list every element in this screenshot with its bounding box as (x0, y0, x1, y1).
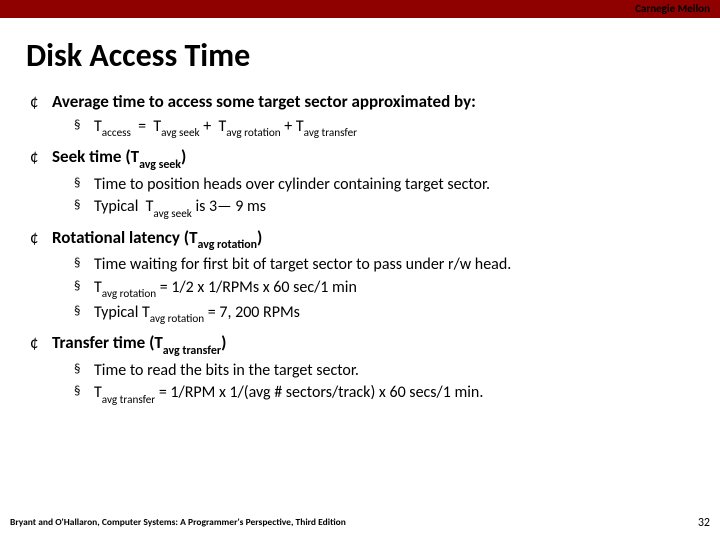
list-item-l1: ¢Transfer time (Tavg transfer) (30, 332, 694, 357)
list-item-l2: §Tavg rotation = 1/2 x 1/RPMs x 60 sec/1… (74, 277, 694, 301)
bullet-icon: § (74, 277, 94, 301)
list-item-l1-text: Transfer time (Tavg transfer) (52, 332, 694, 357)
list-item-l2: §Typical Tavg seek is 3— 9 ms (74, 196, 694, 220)
brand-label: Carnegie Mellon (635, 2, 710, 15)
list-item-l2-text: Time to read the bits in the target sect… (94, 360, 694, 382)
list-item-l1: ¢Seek time (Tavg seek) (30, 146, 694, 171)
bullet-icon: § (74, 382, 94, 406)
bullet-icon: § (74, 116, 94, 140)
list-item-l2: §Typical Tavg rotation = 7, 200 RPMs (74, 302, 694, 326)
list-item-l2: §Time to read the bits in the target sec… (74, 360, 694, 382)
bullet-icon: ¢ (30, 332, 52, 357)
bullet-icon: ¢ (30, 91, 52, 114)
bullet-icon: § (74, 174, 94, 196)
list-item-l1-text: Average time to access some target secto… (52, 91, 694, 114)
list-item-l2: §Time to position heads over cylinder co… (74, 174, 694, 196)
bullet-icon: § (74, 360, 94, 382)
footer: Bryant and O'Hallaron, Computer Systems:… (10, 516, 710, 530)
list-item-l2-text: Tavg rotation = 1/2 x 1/RPMs x 60 sec/1 … (94, 277, 694, 301)
bullet-icon: ¢ (30, 146, 52, 171)
bullet-icon: § (74, 302, 94, 326)
list-item-l2: §Taccess = Tavg seek + Tavg rotation + T… (74, 116, 694, 140)
list-item-l1: ¢Average time to access some target sect… (30, 91, 694, 114)
bullet-icon: § (74, 196, 94, 220)
list-item-l2-text: Time to position heads over cylinder con… (94, 174, 694, 196)
list-item-l1: ¢Rotational latency (Tavg rotation) (30, 227, 694, 252)
list-item-l2: §Time waiting for first bit of target se… (74, 254, 694, 276)
list-item-l2-text: Tavg transfer = 1/RPM x 1/(avg # sectors… (94, 382, 694, 406)
slide-content: ¢Average time to access some target sect… (30, 91, 694, 407)
footer-citation: Bryant and O'Hallaron, Computer Systems:… (10, 516, 346, 530)
page-title: Disk Access Time (26, 36, 720, 75)
bullet-icon: § (74, 254, 94, 276)
list-item-l2-text: Typical Tavg seek is 3— 9 ms (94, 196, 694, 220)
footer-page-number: 32 (698, 516, 710, 530)
list-item-l2-text: Typical Tavg rotation = 7, 200 RPMs (94, 302, 694, 326)
list-item-l1-text: Rotational latency (Tavg rotation) (52, 227, 694, 252)
header-band: Carnegie Mellon (0, 0, 720, 18)
list-item-l1-text: Seek time (Tavg seek) (52, 146, 694, 171)
list-item-l2: §Tavg transfer = 1/RPM x 1/(avg # sector… (74, 382, 694, 406)
list-item-l2-text: Time waiting for first bit of target sec… (94, 254, 694, 276)
list-item-l2-text: Taccess = Tavg seek + Tavg rotation + Ta… (94, 116, 694, 140)
bullet-icon: ¢ (30, 227, 52, 252)
